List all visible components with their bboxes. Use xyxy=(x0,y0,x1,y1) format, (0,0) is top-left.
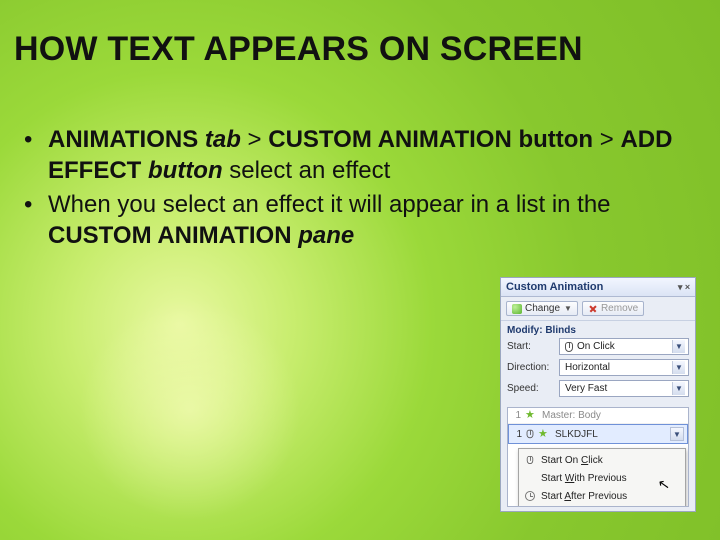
txt: tab xyxy=(205,126,241,153)
speed-select[interactable]: Very Fast ▼ xyxy=(559,380,689,397)
star-icon: ★ xyxy=(525,410,538,421)
bullet-2-text: When you select an effect it will appear… xyxy=(48,190,700,251)
chevron-down-icon[interactable]: ▼ xyxy=(672,382,685,395)
change-icon xyxy=(512,304,522,314)
effect-text: Master: Body xyxy=(542,410,601,421)
menu-start-after-previous[interactable]: Start After Previous xyxy=(519,487,685,505)
txt: > xyxy=(593,126,620,153)
txt: pane xyxy=(298,222,354,249)
speed-row: Speed: Very Fast ▼ xyxy=(507,380,689,397)
mouse-icon xyxy=(565,342,573,352)
bullet-marker: • xyxy=(20,125,48,186)
custom-animation-pane: Custom Animation ▾ × Change ▼ Remove Mod… xyxy=(500,277,696,512)
start-value: On Click xyxy=(577,341,615,352)
txt: ANIMATIONS xyxy=(48,126,205,153)
effect-row-master[interactable]: 1 ★ Master: Body xyxy=(508,408,688,424)
effect-index: 1 xyxy=(511,410,521,421)
speed-label: Speed: xyxy=(507,383,555,394)
txt: CUSTOM ANIMATION xyxy=(48,222,298,249)
txt: > xyxy=(241,126,268,153)
txt: When you select an effect it will appear… xyxy=(48,191,611,218)
effect-row-dropdown[interactable]: ▼ xyxy=(670,427,684,441)
bullet-1: • ANIMATIONS tab > CUSTOM ANIMATION butt… xyxy=(20,125,700,186)
bullet-marker: • xyxy=(20,190,48,251)
menu-label: Start After Previous xyxy=(541,491,627,502)
chevron-down-icon[interactable]: ▼ xyxy=(672,340,685,353)
bullet-1-text: ANIMATIONS tab > CUSTOM ANIMATION button… xyxy=(48,125,700,186)
mouse-icon xyxy=(527,430,534,439)
txt: select an effect xyxy=(223,157,391,184)
direction-value: Horizontal xyxy=(565,362,610,373)
effect-text: SLKDJFL xyxy=(555,429,598,440)
mouse-icon xyxy=(523,454,537,466)
pane-titlebar: Custom Animation ▾ × xyxy=(501,278,695,297)
chevron-down-icon[interactable]: ▼ xyxy=(672,361,685,374)
menu-start-with-previous[interactable]: Start With Previous xyxy=(519,469,685,487)
effect-list: 1 ★ Master: Body 1 ★ SLKDJFL ▼ Start On … xyxy=(507,407,689,507)
slide-body: • ANIMATIONS tab > CUSTOM ANIMATION butt… xyxy=(20,125,700,256)
txt: CUSTOM ANIMATION button xyxy=(268,126,593,153)
pane-dropdown-icon[interactable]: ▾ × xyxy=(678,281,690,293)
menu-label: Start On Click xyxy=(541,455,603,466)
clock-icon xyxy=(523,490,537,502)
background-glow xyxy=(60,280,320,540)
direction-select[interactable]: Horizontal ▼ xyxy=(559,359,689,376)
chevron-down-icon: ▼ xyxy=(564,304,572,313)
effect-row-selected[interactable]: 1 ★ SLKDJFL ▼ xyxy=(508,424,688,444)
blank-icon xyxy=(523,472,537,484)
remove-icon xyxy=(588,304,598,314)
effect-context-menu: Start On Click Start With Previous Start… xyxy=(518,448,686,507)
modify-form: Start: On Click ▼ Direction: Horizontal … xyxy=(501,338,695,405)
remove-button[interactable]: Remove xyxy=(582,301,644,316)
bullet-2: • When you select an effect it will appe… xyxy=(20,190,700,251)
start-select[interactable]: On Click ▼ xyxy=(559,338,689,355)
effect-index: 1 xyxy=(512,429,522,440)
change-label: Change xyxy=(525,303,560,314)
start-row: Start: On Click ▼ xyxy=(507,338,689,355)
speed-value: Very Fast xyxy=(565,383,607,394)
txt: button xyxy=(148,157,223,184)
modify-label: Modify: Blinds xyxy=(501,321,695,338)
direction-label: Direction: xyxy=(507,362,555,373)
remove-label: Remove xyxy=(601,303,638,314)
pane-toolbar: Change ▼ Remove xyxy=(501,297,695,321)
slide-title: HOW TEXT APPEARS ON SCREEN xyxy=(14,30,706,69)
menu-label: Start With Previous xyxy=(541,473,627,484)
change-button[interactable]: Change ▼ xyxy=(506,301,578,316)
star-icon: ★ xyxy=(538,429,551,440)
menu-start-on-click[interactable]: Start On Click xyxy=(519,451,685,469)
pane-title-text: Custom Animation xyxy=(506,281,603,293)
direction-row: Direction: Horizontal ▼ xyxy=(507,359,689,376)
start-label: Start: xyxy=(507,341,555,352)
